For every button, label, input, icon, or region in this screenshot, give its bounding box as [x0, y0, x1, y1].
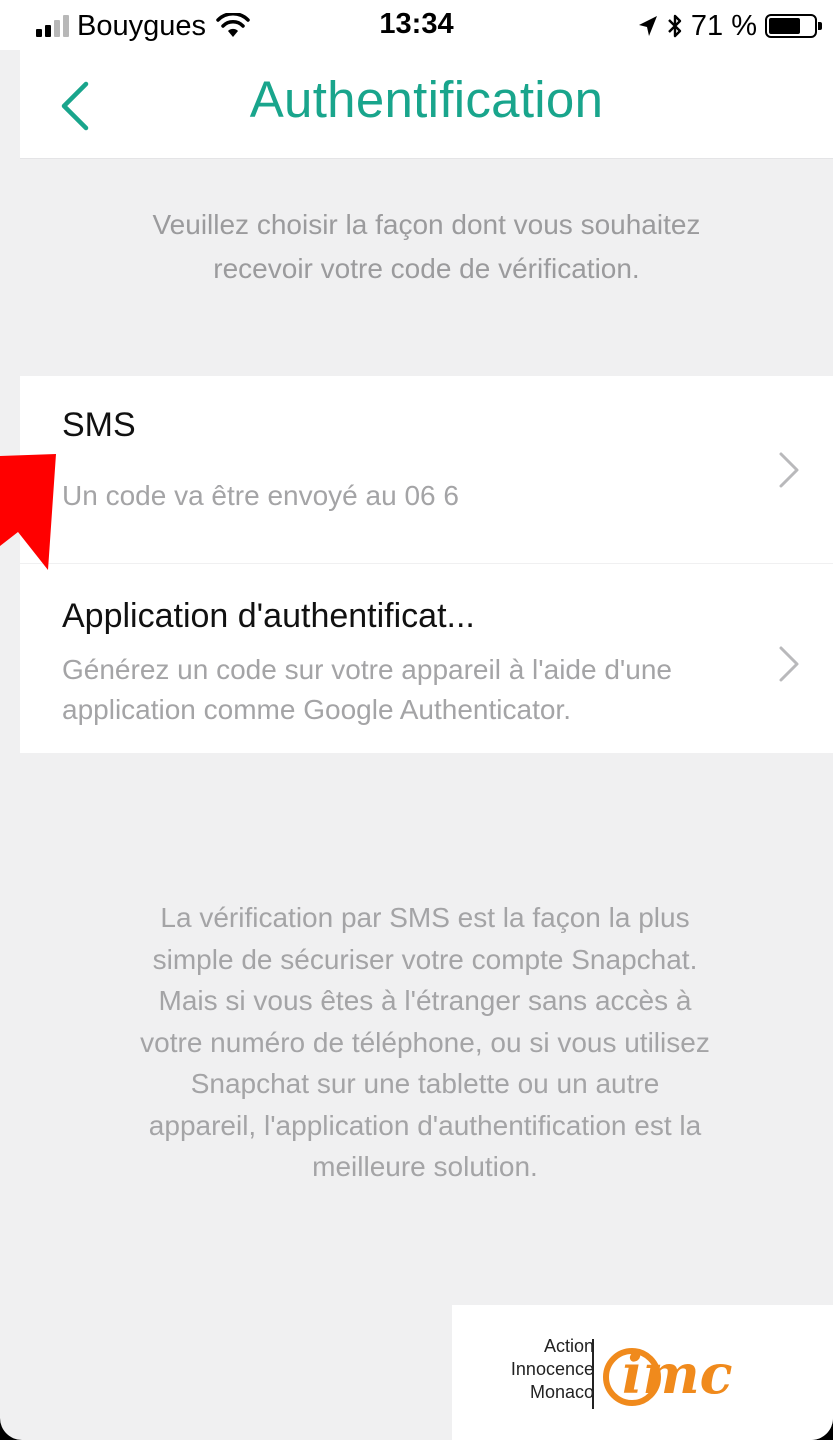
sms-option-title: SMS	[62, 406, 136, 444]
authenticator-option-description: Générez un code sur votre appareil à l'a…	[62, 650, 672, 730]
aimc-logo-icon: imc	[603, 1342, 733, 1406]
status-right: 71 %	[637, 6, 822, 46]
screen: Bouygues 13:34 71 % Authentification Veu…	[0, 0, 833, 1440]
description-line: Générez un code sur votre appareil à l'a…	[62, 654, 672, 685]
description-line: application comme Google Authenticator.	[62, 694, 571, 725]
watermark-line: Innocence	[510, 1359, 594, 1379]
footer-line: Snapchat sur une tablette ou un autre	[190, 1068, 660, 1099]
battery-percent: 71 %	[690, 9, 757, 42]
footer-line: La vérification par SMS est la façon la …	[160, 902, 690, 933]
authenticator-app-option[interactable]: Application d'authentificat... Générez u…	[20, 564, 833, 753]
intro-text: Veuillez choisir la façon dont vous souh…	[20, 203, 833, 291]
svg-text:imc: imc	[622, 1342, 733, 1406]
logo-divider	[592, 1339, 594, 1409]
status-bar: Bouygues 13:34 71 %	[0, 0, 833, 50]
watermark-text: Action Innocence Monaco	[474, 1335, 594, 1404]
watermark-line: Monaco	[529, 1382, 594, 1402]
intro-line: recevoir votre code de vérification.	[213, 253, 640, 284]
intro-line: Veuillez choisir la façon dont vous souh…	[152, 209, 701, 240]
page-title: Authentification	[249, 71, 604, 128]
footer-line: simple de sécuriser votre compte Snapcha…	[152, 943, 698, 975]
chevron-right-icon	[779, 452, 799, 488]
red-annotation-arrow	[0, 454, 56, 570]
sms-option[interactable]: SMS Un code va être envoyé au 06 6	[20, 376, 833, 563]
footer-line: appareil, l'application d'authentificati…	[148, 1109, 702, 1141]
chevron-right-icon	[779, 646, 799, 682]
authenticator-option-title: Application d'authentificat...	[62, 597, 475, 635]
nav-header: Authentification	[20, 50, 833, 159]
footer-line: Mais si vous êtes à l'étranger sans accè…	[158, 985, 692, 1016]
footer-line: meilleure solution.	[312, 1151, 538, 1182]
battery-icon	[765, 14, 822, 38]
bluetooth-icon	[668, 14, 682, 38]
sms-option-description: Un code va être envoyé au 06 6	[62, 480, 459, 511]
footer-explanation: La vérification par SMS est la façon la …	[90, 897, 760, 1188]
watermark-logo: Action Innocence Monaco imc	[452, 1305, 833, 1440]
watermark-line: Action	[543, 1336, 594, 1356]
location-arrow-icon	[638, 16, 657, 36]
footer-line: votre numéro de téléphone, ou si vous ut…	[140, 1026, 710, 1058]
battery-fill	[769, 18, 800, 34]
